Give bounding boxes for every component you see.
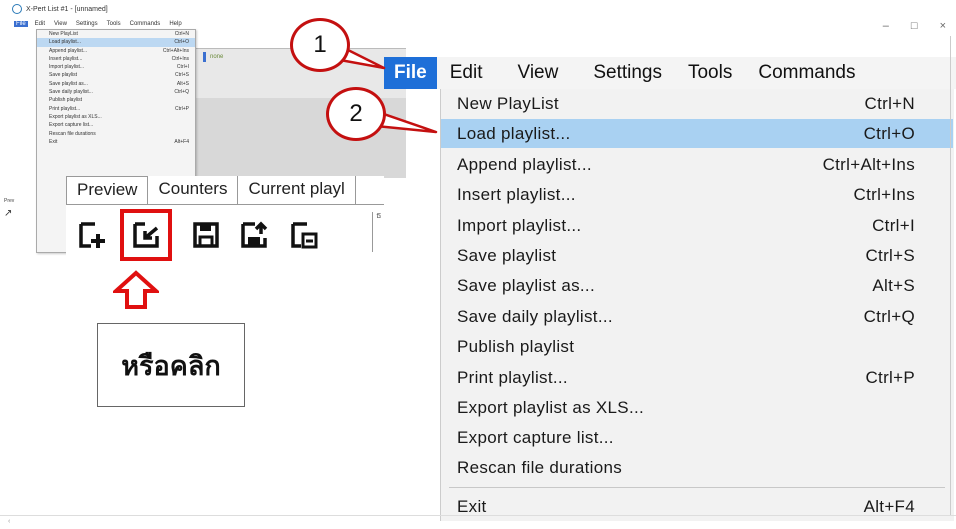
mini-menu-item[interactable]: Save playlist as... Alt+S bbox=[37, 80, 195, 88]
menu-item-save-playlist[interactable]: Save playlist Ctrl+S bbox=[441, 241, 953, 270]
menu-item-new-playlist[interactable]: New PlayList Ctrl+N bbox=[441, 89, 953, 118]
save-icon bbox=[193, 222, 219, 248]
save-as-icon bbox=[241, 221, 268, 248]
mini-menu-view[interactable]: View bbox=[52, 21, 69, 27]
hint-box: หรือคลิก bbox=[97, 323, 245, 407]
menu-item-insert-playlist[interactable]: Insert playlist... Ctrl+Ins bbox=[441, 180, 953, 209]
save-playlist-button[interactable] bbox=[188, 217, 224, 253]
tab-preview[interactable]: Preview bbox=[66, 176, 149, 204]
toolbar-divider bbox=[372, 212, 373, 252]
mini-indicator bbox=[203, 52, 206, 62]
menu-view[interactable]: View bbox=[495, 57, 571, 89]
mini-menu-item[interactable]: Publish playlist bbox=[37, 96, 195, 104]
mini-menu-commands[interactable]: Commands bbox=[128, 21, 163, 27]
mini-menu-item[interactable]: Insert playlist... Ctrl+Ins bbox=[37, 55, 195, 63]
app-logo-icon bbox=[12, 4, 22, 14]
mini-menu-item[interactable]: Load playlist... Ctrl+O bbox=[37, 38, 195, 47]
mini-status-text: none bbox=[210, 54, 224, 60]
daily-playlist-icon bbox=[291, 222, 318, 249]
mini-menu-file[interactable]: File bbox=[14, 21, 28, 27]
up-arrow-icon bbox=[113, 270, 159, 309]
mini-menu-item[interactable]: Export capture list... bbox=[37, 121, 195, 129]
callout-1: 1 bbox=[290, 18, 350, 72]
new-playlist-icon bbox=[79, 222, 105, 248]
hint-text: หรือคลิก bbox=[121, 350, 221, 381]
mini-menu-item[interactable]: Import playlist... Ctrl+I bbox=[37, 63, 195, 71]
left-panel-label: Prev bbox=[4, 198, 15, 204]
menu-item-rescan-file-durations[interactable]: Rescan file durations bbox=[441, 453, 953, 482]
maximize-button[interactable]: □ bbox=[911, 20, 918, 32]
save-daily-playlist-button[interactable] bbox=[286, 217, 322, 253]
app-title-bar: X-Pert List #1 - [unnamed] bbox=[12, 4, 108, 14]
callout-2: 2 bbox=[326, 87, 386, 141]
window-controls: – □ × bbox=[883, 20, 946, 32]
close-button[interactable]: × bbox=[940, 20, 946, 32]
mini-menu-item[interactable]: Exit Alt+F4 bbox=[37, 138, 195, 146]
menu-settings[interactable]: Settings bbox=[571, 57, 675, 89]
menu-file[interactable]: File bbox=[384, 57, 437, 89]
load-playlist-icon bbox=[133, 222, 159, 248]
menu-item-save-daily-playlist[interactable]: Save daily playlist... Ctrl+Q bbox=[441, 302, 953, 331]
mini-menu-item[interactable]: Save playlist Ctrl+S bbox=[37, 71, 195, 79]
tab-counters[interactable]: Counters bbox=[148, 176, 239, 204]
mini-menu-item[interactable]: New PlayList Ctrl+N bbox=[37, 30, 195, 38]
save-playlist-as-button[interactable] bbox=[236, 217, 272, 253]
mini-menu-settings[interactable]: Settings bbox=[74, 21, 100, 27]
menu-item-print-playlist[interactable]: Print playlist... Ctrl+P bbox=[441, 363, 953, 392]
menu-item-load-playlist[interactable]: Load playlist... Ctrl+O bbox=[441, 119, 953, 148]
mini-menu-tools[interactable]: Tools bbox=[105, 21, 123, 27]
horizontal-scrollbar[interactable] bbox=[0, 515, 956, 529]
scroll-left-icon[interactable]: ‹ bbox=[8, 518, 10, 525]
menu-separator bbox=[449, 487, 945, 488]
toolbar-overflow-glyph: ธ bbox=[376, 210, 382, 220]
mini-menu-item[interactable]: Export playlist as XLS... bbox=[37, 113, 195, 121]
mini-menu-item[interactable]: Print playlist... Ctrl+P bbox=[37, 105, 195, 113]
menu-tools[interactable]: Tools bbox=[675, 57, 745, 89]
mini-menu-item[interactable]: Rescan file durations bbox=[37, 130, 195, 138]
app-title: X-Pert List #1 - [unnamed] bbox=[26, 5, 108, 13]
mini-menu-item[interactable]: Append playlist... Ctrl+Alt+Ins bbox=[37, 47, 195, 55]
menu-item-publish-playlist[interactable]: Publish playlist bbox=[441, 332, 953, 361]
menu-item-save-playlist-as[interactable]: Save playlist as... Alt+S bbox=[441, 271, 953, 300]
menu-item-import-playlist[interactable]: Import playlist... Ctrl+I bbox=[441, 211, 953, 240]
new-playlist-button[interactable] bbox=[74, 217, 110, 253]
menu-item-export-capture-list[interactable]: Export capture list... bbox=[441, 423, 953, 452]
mini-menu-help[interactable]: Help bbox=[167, 21, 183, 27]
tab-strip: Preview Counters Current playl bbox=[66, 176, 384, 204]
left-panel-icon: ↗ bbox=[4, 208, 13, 219]
window-border bbox=[950, 36, 956, 516]
minimize-button[interactable]: – bbox=[883, 20, 889, 32]
toolbar bbox=[66, 204, 384, 265]
load-playlist-button[interactable] bbox=[120, 209, 172, 261]
mini-menubar: File Edit View Settings Tools Commands H… bbox=[14, 19, 184, 29]
tab-current-playlist[interactable]: Current playl bbox=[238, 176, 356, 204]
menu-edit[interactable]: Edit bbox=[437, 57, 496, 89]
menu-item-export-playlist-xls[interactable]: Export playlist as XLS... bbox=[441, 393, 953, 422]
menu-commands[interactable]: Commands bbox=[745, 57, 868, 89]
menubar: File Edit View Settings Tools Commands bbox=[384, 57, 956, 89]
mini-menu-edit[interactable]: Edit bbox=[33, 21, 47, 27]
mini-menu-item[interactable]: Save daily playlist... Ctrl+Q bbox=[37, 88, 195, 96]
file-menu-dropdown: New PlayList Ctrl+N Load playlist... Ctrl+… bbox=[440, 89, 954, 521]
menu-item-append-playlist[interactable]: Append playlist... Ctrl+Alt+Ins bbox=[441, 150, 953, 179]
